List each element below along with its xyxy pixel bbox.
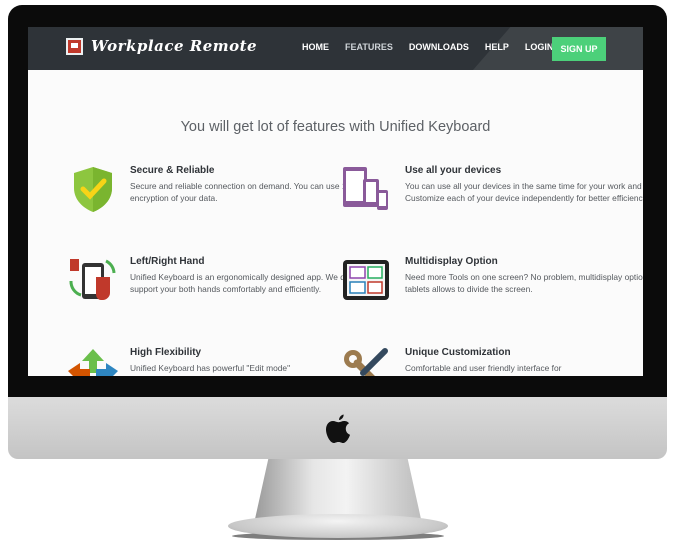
nav-menu: HOME FEATURES DOWNLOADS HELP LOGIN — [302, 42, 569, 52]
feature-customization: Unique Customization Comfortable and use… — [405, 347, 643, 374]
signup-button[interactable]: SIGN UP — [552, 37, 606, 61]
feature-multidisplay: Multidisplay Option Need more Tools on o… — [405, 256, 643, 295]
feature-title: Unique Customization — [405, 347, 511, 358]
nav-help[interactable]: HELP — [485, 42, 509, 52]
flexibility-icon — [68, 349, 118, 376]
feature-desc: Comfortable and user friendly interface … — [405, 363, 562, 373]
calendar-icon — [66, 37, 83, 55]
monitor-stand-foot — [228, 514, 448, 538]
features-heading: You will get lot of features with Unifie… — [180, 119, 491, 135]
feature-desc: You can use all your devices in the same… — [405, 181, 643, 203]
feature-devices: Use all your devices You can use all you… — [405, 165, 643, 204]
nav-home[interactable]: HOME — [302, 42, 329, 52]
feature-desc: Need more Tools on one screen? No proble… — [405, 272, 643, 294]
navbar: Workplace Remote HOME FEATURES DOWNLOADS… — [28, 27, 643, 70]
screen: Workplace Remote HOME FEATURES DOWNLOADS… — [28, 27, 643, 376]
apple-logo-icon — [326, 414, 350, 443]
multidisplay-icon — [343, 260, 389, 300]
feature-title: Multidisplay Option — [405, 256, 498, 267]
devices-icon — [343, 167, 388, 210]
hands-icon — [69, 259, 116, 300]
tools-icon — [344, 348, 388, 376]
brand-name: Workplace Remote — [91, 37, 258, 55]
monitor-stand-neck — [255, 459, 421, 519]
brand-logo[interactable]: Workplace Remote — [66, 37, 257, 55]
feature-title: Use all your devices — [405, 165, 502, 176]
shield-check-icon — [74, 167, 112, 212]
nav-downloads[interactable]: DOWNLOADS — [409, 42, 469, 52]
nav-login[interactable]: LOGIN — [525, 42, 554, 52]
nav-features[interactable]: FEATURES — [345, 42, 393, 52]
